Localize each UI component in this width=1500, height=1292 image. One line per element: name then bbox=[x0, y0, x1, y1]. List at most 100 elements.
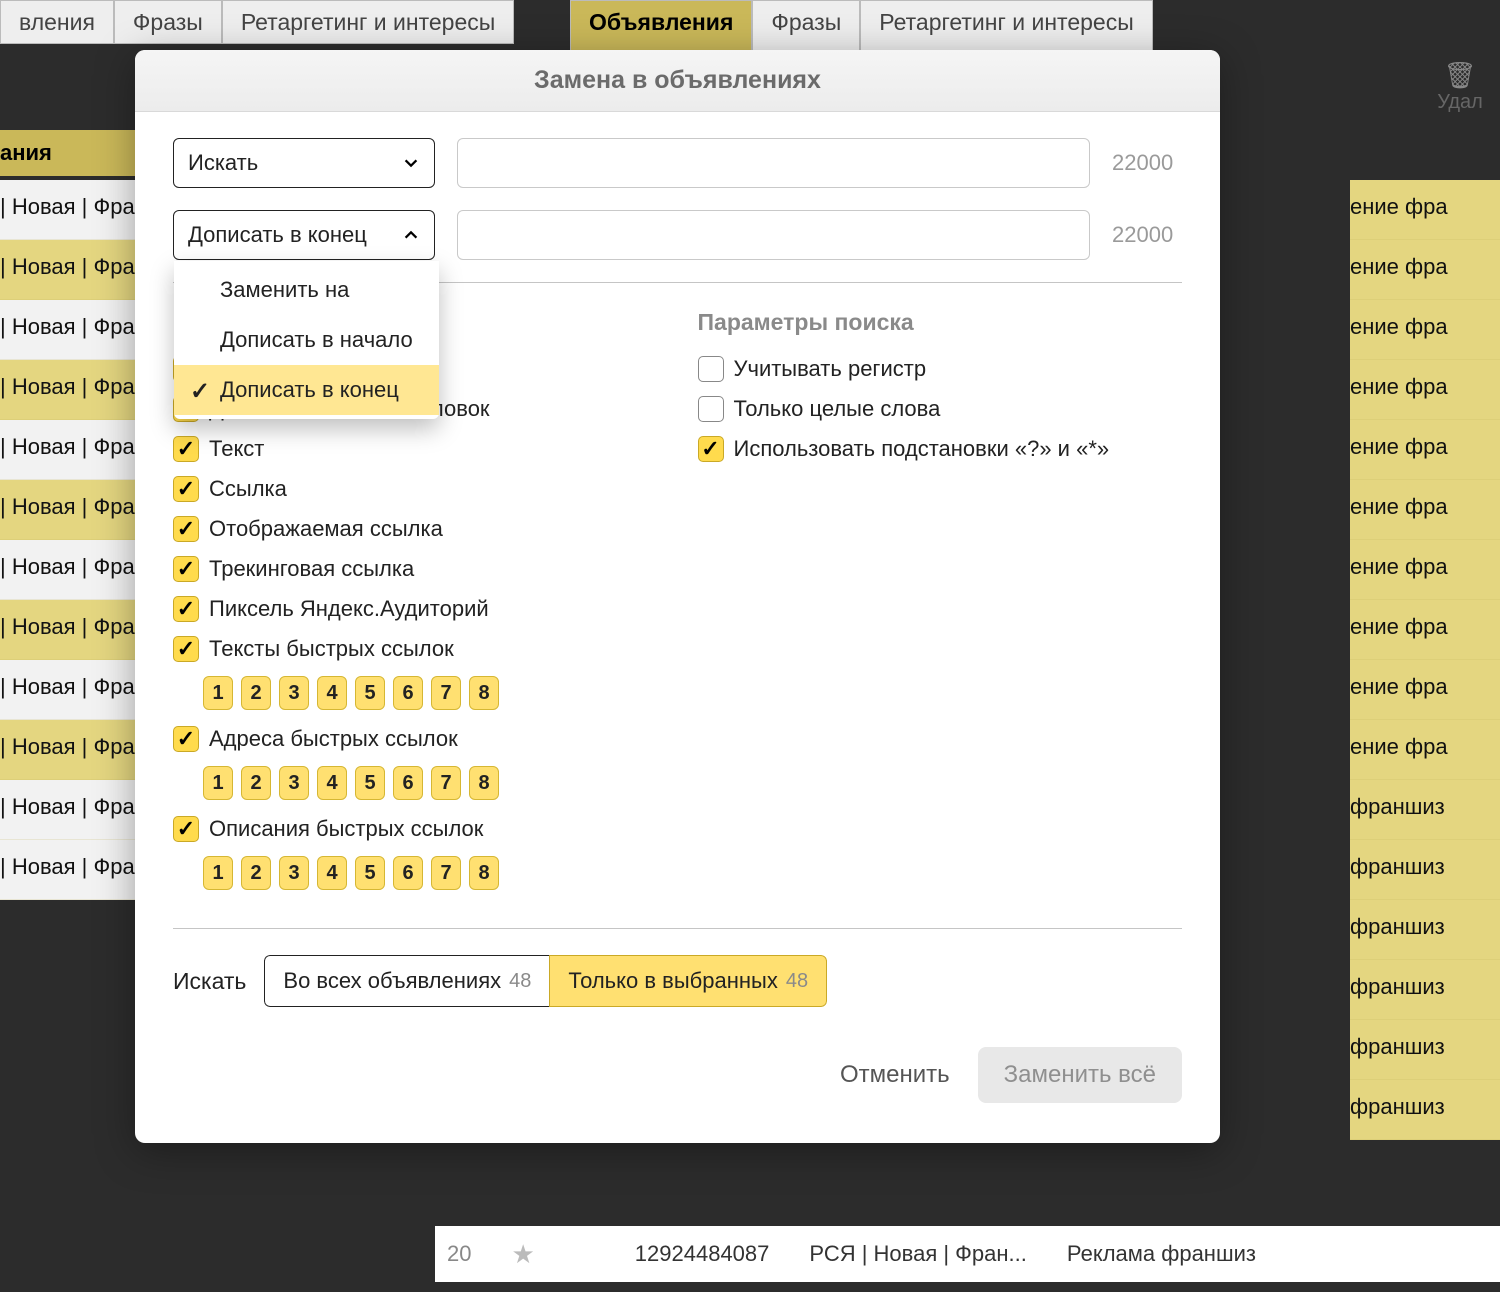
row-id: 12924484087 bbox=[635, 1241, 770, 1267]
quicklink-number-row: 12345678 bbox=[203, 766, 658, 800]
scope-selected-count: 48 bbox=[786, 970, 808, 993]
quicklink-number-chip[interactable]: 2 bbox=[241, 766, 271, 800]
field-label: Адреса быстрых ссылок bbox=[209, 726, 458, 752]
quicklink-number-chip[interactable]: 7 bbox=[431, 856, 461, 890]
bg-tab[interactable]: вления bbox=[0, 0, 114, 44]
bg-bottom-row: 20 ★ 12924484087 РСЯ | Новая | Фран... Р… bbox=[435, 1226, 1500, 1282]
dropdown-option-prepend[interactable]: Дописать в начало bbox=[174, 315, 439, 365]
param-label: Только целые слова bbox=[734, 396, 941, 422]
scope-selected-label: Только в выбранных bbox=[568, 968, 777, 994]
field-checkbox[interactable] bbox=[173, 556, 199, 582]
toolbar-delete[interactable]: 🗑 Удал bbox=[1420, 60, 1500, 114]
quicklink-number-chip[interactable]: 3 bbox=[279, 766, 309, 800]
quicklink-number-chip[interactable]: 4 bbox=[317, 856, 347, 890]
search-row: Искать 22000 bbox=[173, 138, 1182, 188]
quicklink-number-chip[interactable]: 5 bbox=[355, 766, 385, 800]
table-row[interactable]: ение фра bbox=[1350, 240, 1500, 300]
table-row[interactable]: ение фра bbox=[1350, 540, 1500, 600]
quicklink-number-chip[interactable]: 8 bbox=[469, 766, 499, 800]
search-input[interactable] bbox=[457, 138, 1090, 188]
replace-mode-dropdown: Заменить на Дописать в начало Дописать в… bbox=[174, 261, 439, 419]
field-label: Пиксель Яндекс.Аудиторий bbox=[209, 596, 489, 622]
param-checkbox-row: Учитывать регистр bbox=[698, 356, 1183, 382]
dropdown-option-replace[interactable]: Заменить на bbox=[174, 265, 439, 315]
table-row[interactable]: франшиз bbox=[1350, 1080, 1500, 1140]
replace-mode-select[interactable]: Дописать в конец Заменить на Дописать в … bbox=[173, 210, 435, 260]
field-checkbox-row: Тексты быстрых ссылок bbox=[173, 636, 658, 662]
scope-selected[interactable]: Только в выбранных 48 bbox=[549, 955, 827, 1007]
search-mode-label: Искать bbox=[188, 150, 258, 176]
field-checkbox-row: Текст bbox=[173, 436, 658, 462]
chevron-down-icon bbox=[402, 154, 420, 172]
quicklink-number-chip[interactable]: 3 bbox=[279, 856, 309, 890]
quicklink-number-chip[interactable]: 7 bbox=[431, 676, 461, 710]
bg-right-column: ение фраение фраение фраение фраение фра… bbox=[1350, 180, 1500, 1140]
field-checkbox[interactable] bbox=[173, 816, 199, 842]
field-label: Отображаемая ссылка bbox=[209, 516, 443, 542]
param-checkbox-row: Только целые слова bbox=[698, 396, 1183, 422]
star-icon[interactable]: ★ bbox=[511, 1239, 534, 1270]
search-mode-select[interactable]: Искать bbox=[173, 138, 435, 188]
param-checkbox[interactable] bbox=[698, 436, 724, 462]
table-row[interactable]: франшиз bbox=[1350, 780, 1500, 840]
quicklink-number-chip[interactable]: 1 bbox=[203, 676, 233, 710]
param-checkbox-row: Использовать подстановки «?» и «*» bbox=[698, 436, 1183, 462]
quicklink-number-chip[interactable]: 4 bbox=[317, 766, 347, 800]
quicklink-number-chip[interactable]: 7 bbox=[431, 766, 461, 800]
quicklink-number-chip[interactable]: 6 bbox=[393, 766, 423, 800]
table-row[interactable]: ение фра bbox=[1350, 600, 1500, 660]
table-row[interactable]: ение фра bbox=[1350, 420, 1500, 480]
chevron-up-icon bbox=[402, 226, 420, 244]
field-checkbox-row: Ссылка bbox=[173, 476, 658, 502]
quicklink-number-chip[interactable]: 8 bbox=[469, 856, 499, 890]
quicklink-number-chip[interactable]: 2 bbox=[241, 676, 271, 710]
table-row[interactable]: франшиз bbox=[1350, 960, 1500, 1020]
table-row[interactable]: ение фра bbox=[1350, 660, 1500, 720]
field-checkbox[interactable] bbox=[173, 476, 199, 502]
field-checkbox[interactable] bbox=[173, 436, 199, 462]
replace-input[interactable] bbox=[457, 210, 1090, 260]
field-checkbox[interactable] bbox=[173, 596, 199, 622]
row-name: РСЯ | Новая | Фран... bbox=[809, 1241, 1026, 1267]
field-label: Текст bbox=[209, 436, 264, 462]
cancel-button[interactable]: Отменить bbox=[840, 1061, 950, 1089]
replace-modal: Замена в объявлениях Искать 22000 Дописа… bbox=[135, 50, 1220, 1143]
quicklink-number-chip[interactable]: 1 bbox=[203, 856, 233, 890]
replace-all-button[interactable]: Заменить всё bbox=[978, 1047, 1182, 1103]
quicklink-number-row: 12345678 bbox=[203, 676, 658, 710]
dropdown-option-append[interactable]: Дописать в конец bbox=[174, 365, 439, 415]
param-label: Учитывать регистр bbox=[734, 356, 927, 382]
quicklink-number-row: 12345678 bbox=[203, 856, 658, 890]
field-checkbox-row: Трекинговая ссылка bbox=[173, 556, 658, 582]
table-row[interactable]: ение фра bbox=[1350, 300, 1500, 360]
field-checkbox[interactable] bbox=[173, 726, 199, 752]
quicklink-number-chip[interactable]: 5 bbox=[355, 676, 385, 710]
table-row[interactable]: ение фра bbox=[1350, 360, 1500, 420]
quicklink-number-chip[interactable]: 6 bbox=[393, 676, 423, 710]
quicklink-number-chip[interactable]: 3 bbox=[279, 676, 309, 710]
param-checkbox[interactable] bbox=[698, 396, 724, 422]
table-row[interactable]: ение фра bbox=[1350, 180, 1500, 240]
field-checkbox[interactable] bbox=[173, 516, 199, 542]
replace-row: Дописать в конец Заменить на Дописать в … bbox=[173, 210, 1182, 260]
field-label: Описания быстрых ссылок bbox=[209, 816, 483, 842]
table-row[interactable]: франшиз bbox=[1350, 1020, 1500, 1080]
quicklink-number-chip[interactable]: 5 bbox=[355, 856, 385, 890]
bg-tab[interactable]: Фразы bbox=[114, 0, 222, 44]
scope-all-count: 48 bbox=[509, 970, 531, 993]
param-checkbox[interactable] bbox=[698, 356, 724, 382]
table-row[interactable]: ение фра bbox=[1350, 480, 1500, 540]
table-row[interactable]: франшиз bbox=[1350, 900, 1500, 960]
field-checkbox-row: Описания быстрых ссылок bbox=[173, 816, 658, 842]
scope-all[interactable]: Во всех объявлениях 48 bbox=[264, 955, 549, 1007]
scope-segmented: Во всех объявлениях 48 Только в выбранны… bbox=[264, 955, 827, 1007]
table-row[interactable]: франшиз bbox=[1350, 840, 1500, 900]
quicklink-number-chip[interactable]: 4 bbox=[317, 676, 347, 710]
bg-tab[interactable]: Ретаргетинг и интересы bbox=[222, 0, 514, 44]
table-row[interactable]: ение фра bbox=[1350, 720, 1500, 780]
field-checkbox[interactable] bbox=[173, 636, 199, 662]
quicklink-number-chip[interactable]: 1 bbox=[203, 766, 233, 800]
quicklink-number-chip[interactable]: 8 bbox=[469, 676, 499, 710]
quicklink-number-chip[interactable]: 6 bbox=[393, 856, 423, 890]
quicklink-number-chip[interactable]: 2 bbox=[241, 856, 271, 890]
